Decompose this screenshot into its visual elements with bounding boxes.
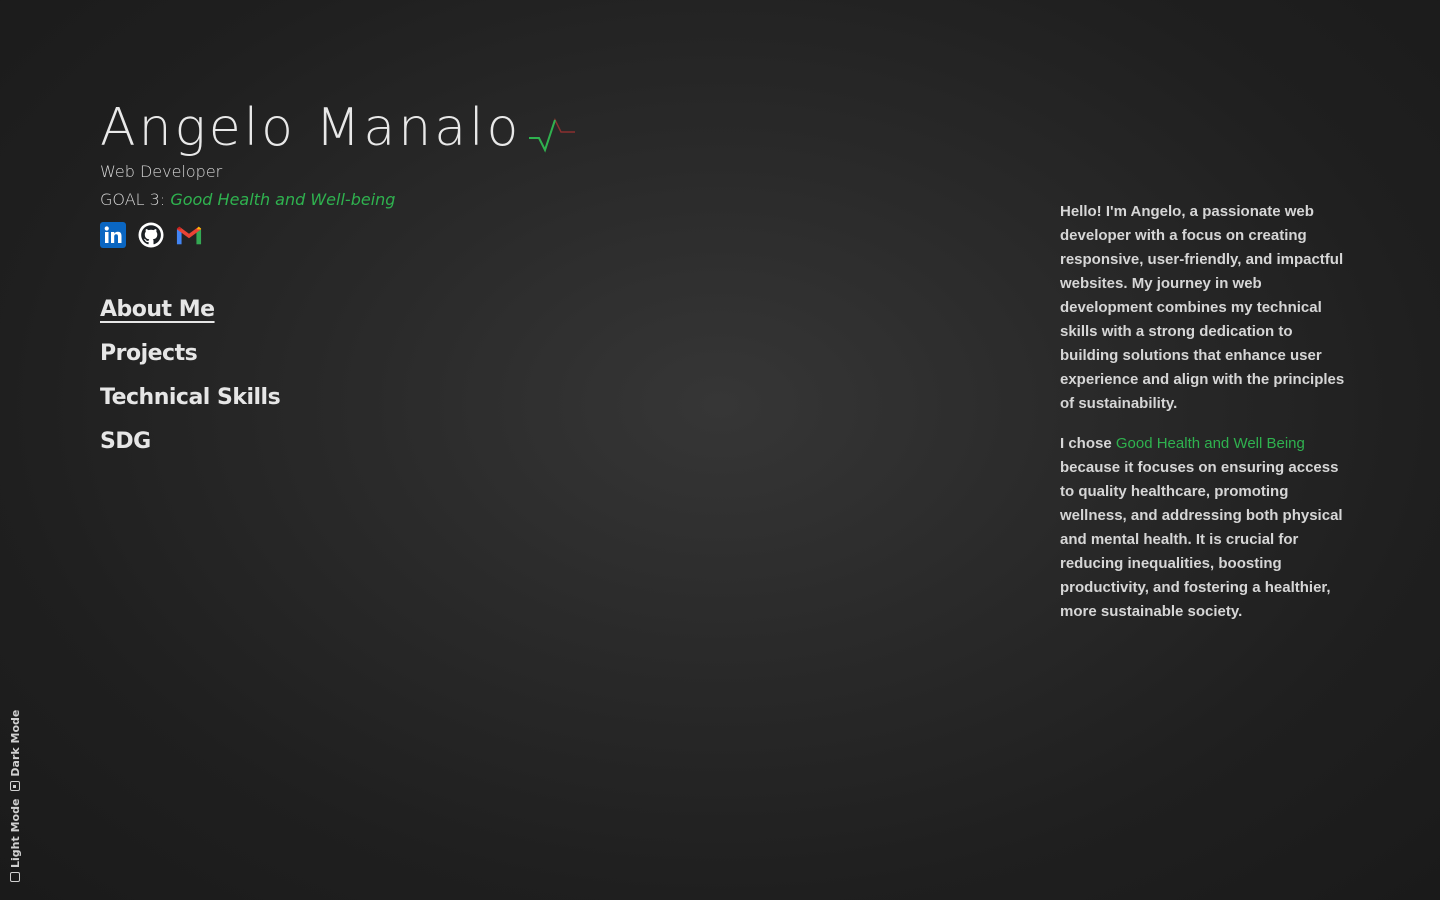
about-paragraph-prefix: I chose [1060,435,1116,452]
linkedin-link[interactable] [100,222,126,248]
sdg-goal: GOAL 3: Good Health and Well-being [100,188,577,212]
dark-mode-radio[interactable] [10,780,20,791]
linkedin-icon [100,222,126,248]
dark-mode-label[interactable]: Dark Mode [9,710,22,777]
github-link[interactable] [138,222,164,248]
about-paragraph-sdg: I chose Good Health and Well Being becau… [1060,432,1350,624]
light-mode-radio[interactable] [10,872,20,882]
social-links [100,222,577,248]
main-nav: About Me Projects Technical Skills SDG [100,296,281,472]
nav-item-about-me[interactable]: About Me [100,296,280,324]
nav-item-projects[interactable]: Projects [100,340,280,368]
theme-toggle-inner: Light Mode Dark Mode [6,710,24,882]
profile-header: Angelo Manalo Web Developer GOAL 3: Good… [100,96,577,248]
heartbeat-icon [529,118,576,153]
page-title: Angelo Manalo [100,98,522,158]
goal-prefix: GOAL 3: [100,190,166,209]
about-section: Hello! I'm Angelo, a passionate web deve… [1060,200,1350,640]
nav-item-sdg[interactable]: SDG [100,428,280,456]
light-mode-label[interactable]: Light Mode [9,799,22,868]
name-row: Angelo Manalo [100,96,577,160]
gmail-icon [176,226,202,245]
github-icon [138,222,164,248]
job-title: Web Developer [100,162,223,181]
theme-toggle: Light Mode Dark Mode [6,710,26,882]
about-paragraph-intro: Hello! I'm Angelo, a passionate web deve… [1060,203,1345,412]
nav-item-technical-skills[interactable]: Technical Skills [100,384,281,412]
goal-name: Good Health and Well-being [170,190,396,209]
about-paragraph-suffix: because it focuses on ensuring access to… [1060,459,1343,620]
gmail-link[interactable] [176,222,202,248]
sdg-highlight: Good Health and Well Being [1115,435,1305,452]
